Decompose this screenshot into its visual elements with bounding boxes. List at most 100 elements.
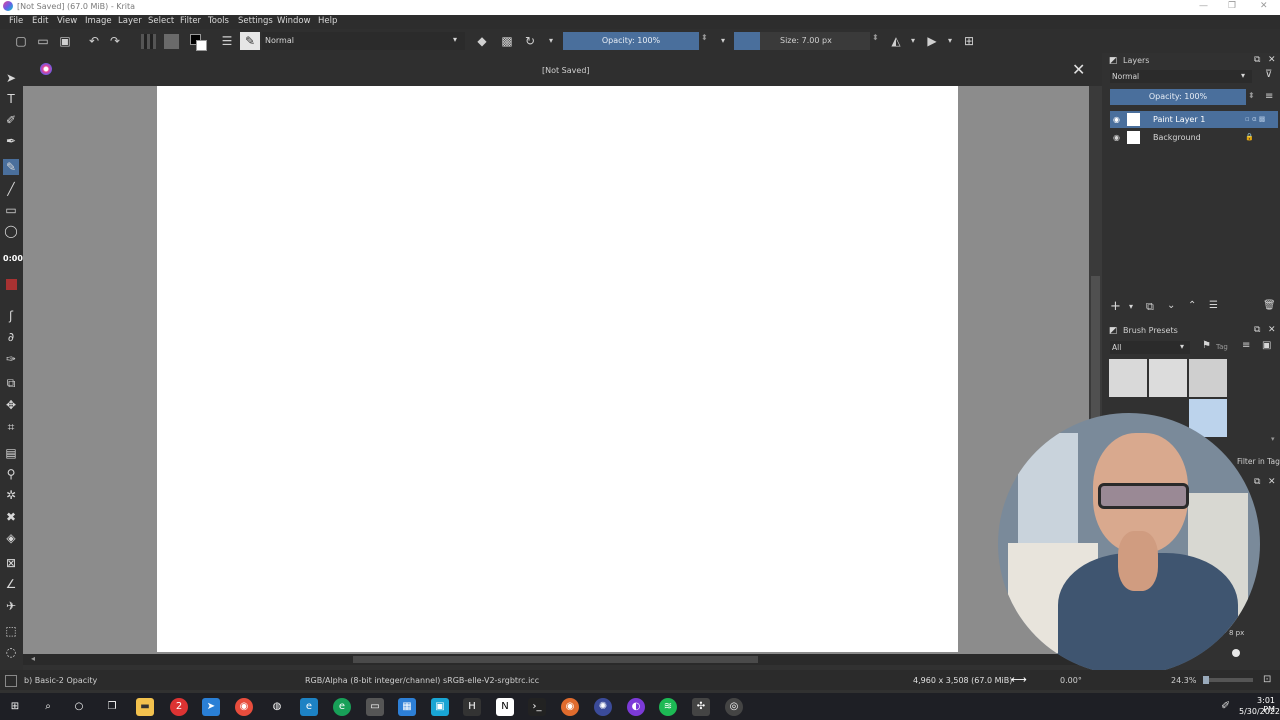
minimize-icon[interactable]: — <box>1199 1 1208 11</box>
duplicate-layer-icon[interactable]: ⧉ <box>1146 300 1154 314</box>
blend-mode-dropdown[interactable]: Normal ▾ <box>262 32 465 50</box>
close-docker-icon[interactable]: ✕ <box>1268 477 1276 487</box>
chevron-down-icon[interactable]: ▾ <box>905 33 921 49</box>
rotation-reset-icon[interactable]: ⟷ <box>1011 673 1027 686</box>
bookmark-icon[interactable]: ⚑ <box>1202 340 1211 351</box>
preset-options-icon[interactable]: ▣ <box>1262 340 1271 351</box>
move-tool-icon[interactable]: ✥ <box>3 397 19 413</box>
telegram-icon[interactable]: ➤ <box>202 698 220 716</box>
windows-start-icon[interactable]: ⊞ <box>6 698 24 716</box>
reload-preset-icon[interactable]: ↻ <box>522 33 538 49</box>
document-tab-title[interactable]: [Not Saved] <box>542 66 590 75</box>
alpha-lock-icon[interactable]: ▩ <box>499 33 515 49</box>
brush-settings-icon[interactable]: ☰ <box>219 33 235 49</box>
layer-blend-mode-dropdown[interactable]: Normal ▾ <box>1110 70 1252 83</box>
close-window-icon[interactable]: ✕ <box>1260 1 1268 11</box>
chrome-icon[interactable]: ◉ <box>235 698 253 716</box>
color-picker-icon[interactable]: ⚲ <box>3 466 19 482</box>
assistant-tool-icon[interactable]: ⊠ <box>3 555 19 571</box>
freehand-brush-icon[interactable]: ✎ <box>3 159 19 175</box>
photos-icon[interactable]: ▣ <box>431 698 449 716</box>
float-docker-icon[interactable]: ⧉ <box>1254 477 1260 487</box>
delete-layer-icon[interactable]: 🗑 <box>1263 300 1276 311</box>
visibility-eye-icon[interactable]: ◉ <box>1113 129 1120 146</box>
brush-preset-eraser[interactable] <box>1109 359 1147 397</box>
crop-tool-icon[interactable]: ⌗ <box>3 419 19 435</box>
menu-image[interactable]: Image <box>85 16 112 26</box>
fill-tool-icon[interactable]: ◈ <box>3 530 19 546</box>
close-docker-icon[interactable]: ✕ <box>1268 55 1276 65</box>
restore-icon[interactable]: ❐ <box>1228 1 1236 11</box>
undo-icon[interactable]: ↶ <box>86 33 102 49</box>
menu-window[interactable]: Window <box>277 16 311 26</box>
visibility-eye-icon[interactable]: ◉ <box>1113 111 1120 128</box>
chevron-down-icon[interactable]: ▾ <box>543 33 559 49</box>
taskbar-date[interactable]: 5/30/2022 <box>1239 707 1280 716</box>
close-document-icon[interactable]: ✕ <box>1072 60 1085 79</box>
preset-scroll-down-icon[interactable]: ▾ <box>1271 435 1275 443</box>
layer-status-icons[interactable]: ▫ α ▩ <box>1245 111 1265 128</box>
size-slider-fill[interactable] <box>734 32 760 50</box>
menu-file[interactable]: File <box>9 16 23 26</box>
gradient-tool-icon[interactable]: ▤ <box>3 445 19 461</box>
settings-app-icon[interactable]: ✺ <box>594 698 612 716</box>
layer-properties-icon[interactable]: ☰ <box>1209 300 1218 311</box>
layer-row-paint-layer-1[interactable]: ◉ Paint Layer 1 ▫ α ▩ <box>1110 111 1278 128</box>
search-icon[interactable]: ⌕ <box>39 698 57 716</box>
menu-edit[interactable]: Edit <box>32 16 48 26</box>
notion-icon[interactable]: N <box>496 698 514 716</box>
background-color-swatch[interactable] <box>196 40 207 51</box>
file-explorer-icon[interactable]: ▬ <box>136 698 154 716</box>
select-shapes-icon[interactable]: ➤ <box>3 70 19 86</box>
rotation-value[interactable]: 0.00° <box>1060 676 1082 685</box>
scroll-left-icon[interactable]: ◂ <box>31 654 35 663</box>
horizontal-scrollbar[interactable]: ◂ <box>23 654 1102 665</box>
calendar-icon[interactable]: ▦ <box>398 698 416 716</box>
colorize-mask-icon[interactable]: ✲ <box>3 487 19 503</box>
line-tool-icon[interactable]: ╱ <box>3 181 19 197</box>
mirror-vertical-icon[interactable]: ▶ <box>924 33 940 49</box>
layer-row-background[interactable]: ◉ Background 🔒 <box>1110 129 1278 146</box>
open-folder-icon[interactable]: ▭ <box>35 33 51 49</box>
list-view-icon[interactable]: ≡ <box>1242 340 1250 351</box>
opacity-slider[interactable]: Opacity: 100% <box>563 32 699 50</box>
save-icon[interactable]: ▣ <box>57 33 73 49</box>
chevron-down-icon[interactable]: ▾ <box>1129 302 1133 311</box>
elliptical-select-icon[interactable]: ◌ <box>3 644 19 660</box>
app-window-icon[interactable]: ▭ <box>366 698 384 716</box>
chevron-down-icon[interactable]: ▾ <box>942 33 958 49</box>
terminal-icon[interactable]: ›_ <box>528 698 546 716</box>
zoom-slider[interactable] <box>1203 676 1253 684</box>
spotify-icon[interactable]: ≋ <box>659 698 677 716</box>
measure-tool-icon[interactable]: ∠ <box>3 576 19 592</box>
brush-preset-icon[interactable]: ✎ <box>240 32 260 50</box>
zoom-slider-handle[interactable] <box>1203 676 1209 684</box>
layer-options-icon[interactable]: ≡ <box>1265 91 1273 102</box>
menu-help[interactable]: Help <box>318 16 337 26</box>
task-view-icon[interactable]: ❐ <box>103 698 121 716</box>
menu-view[interactable]: View <box>57 16 77 26</box>
ellipse-tool-icon[interactable]: ◯ <box>3 223 19 239</box>
move-layer-down-icon[interactable]: ⌄ <box>1167 300 1175 311</box>
menu-tools[interactable]: Tools <box>208 16 229 26</box>
smart-patch-icon[interactable]: ✖ <box>3 509 19 525</box>
rectangle-tool-icon[interactable]: ▭ <box>3 202 19 218</box>
edge-dev-icon[interactable]: e <box>333 698 351 716</box>
cortana-icon[interactable]: ○ <box>70 698 88 716</box>
move-layer-up-icon[interactable]: ⌃ <box>1188 300 1196 311</box>
dynamic-brush-icon[interactable]: ✑ <box>3 351 19 367</box>
tag-button-label[interactable]: Tag <box>1216 343 1228 351</box>
stepper-arrows-icon[interactable]: ⬍ <box>872 33 879 42</box>
menu-layer[interactable]: Layer <box>118 16 142 26</box>
edit-shapes-icon[interactable]: ✐ <box>3 112 19 128</box>
edge-icon[interactable]: e <box>300 698 318 716</box>
krita-taskbar-icon[interactable]: ◐ <box>627 698 645 716</box>
add-layer-icon[interactable]: + <box>1110 299 1121 314</box>
pen-tray-icon[interactable]: ✐ <box>1221 699 1230 712</box>
rectangular-select-icon[interactable]: ⬚ <box>3 623 19 639</box>
brush-tag-dropdown[interactable]: All ▾ <box>1110 341 1190 354</box>
app-badge-icon[interactable]: 2 <box>170 698 188 716</box>
lock-icon[interactable]: 🔒 <box>1245 129 1254 146</box>
horizontal-scroll-thumb[interactable] <box>353 656 758 663</box>
text-tool-icon[interactable]: T <box>3 91 19 107</box>
